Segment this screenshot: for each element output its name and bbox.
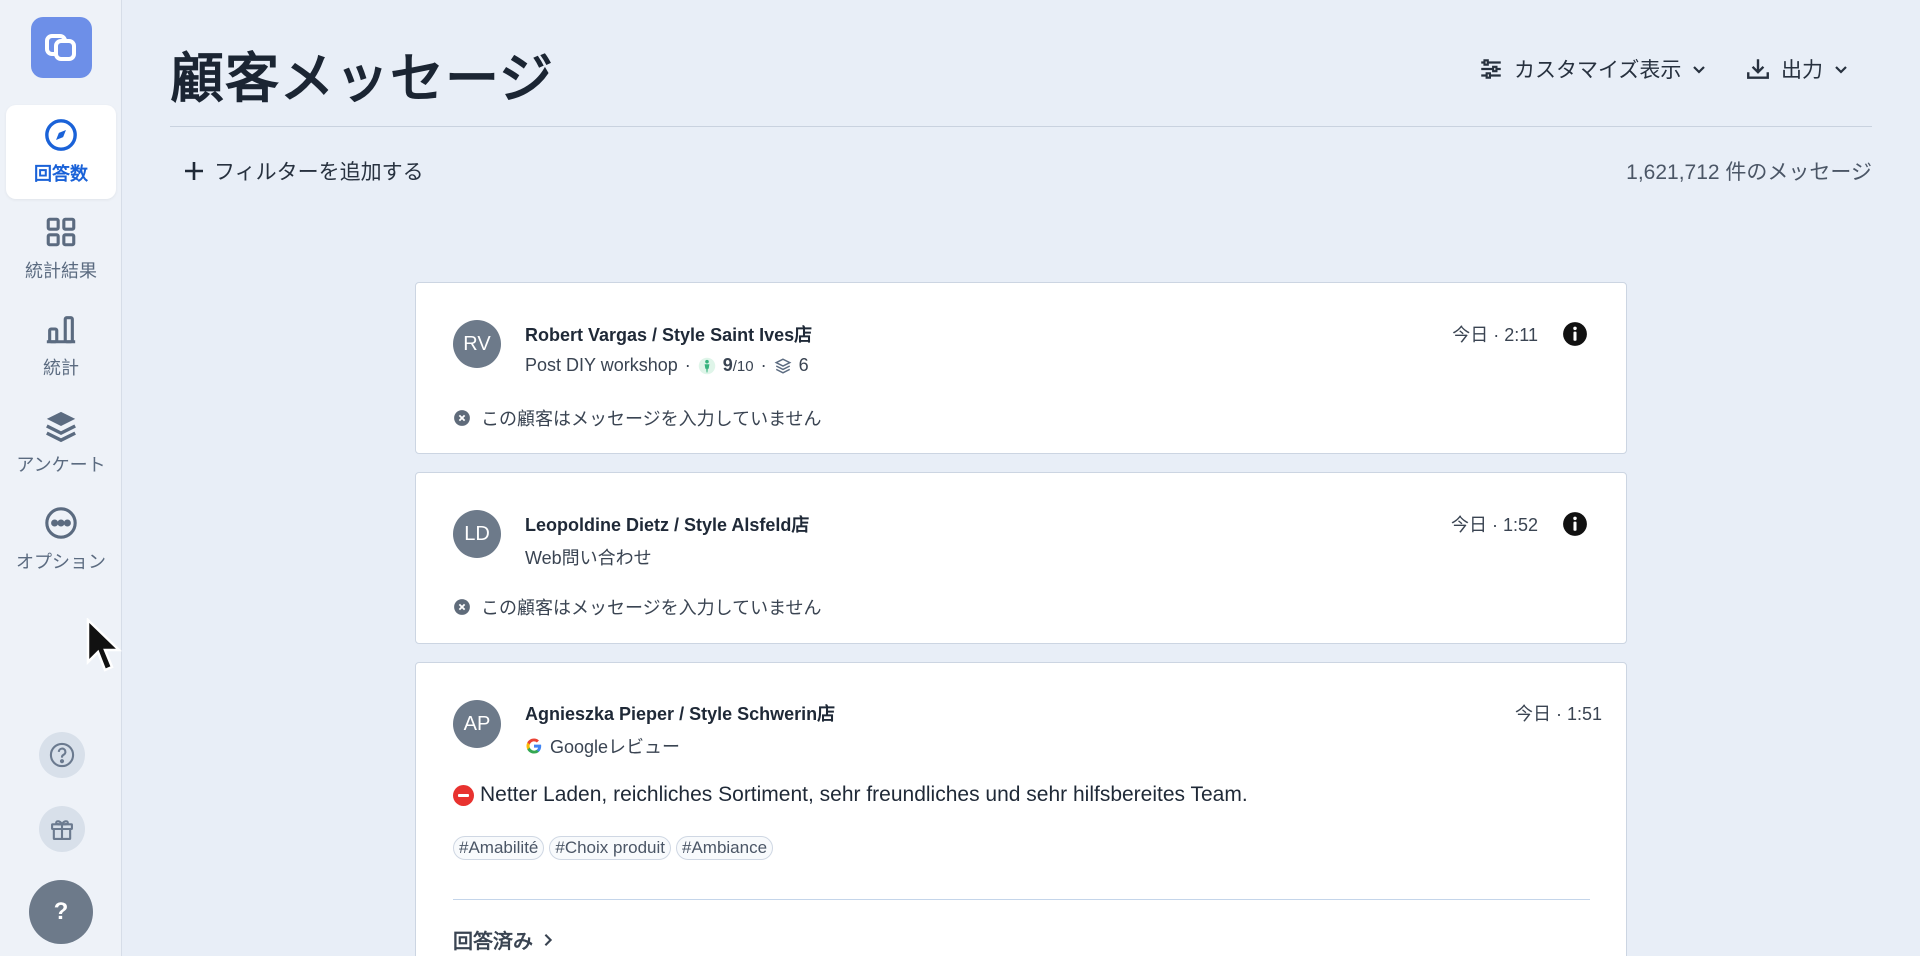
chevron-down-icon xyxy=(1693,66,1706,74)
header-divider xyxy=(170,126,1872,127)
support-chat-button[interactable]: ? xyxy=(29,880,93,944)
message-time: 今日 · 1:51 xyxy=(1514,704,1602,724)
sidebar-item-stats[interactable]: 統計 xyxy=(6,299,116,393)
sidebar-item-responses[interactable]: 回答数 xyxy=(6,105,116,199)
sidebar-item-options[interactable]: オプション xyxy=(6,493,116,587)
x-circle-icon xyxy=(454,599,470,615)
page-title: 顧客メッセージ xyxy=(170,49,554,109)
message-card[interactable]: RV Robert Vargas / Style Saint Ives店 Pos… xyxy=(415,282,1627,454)
sidebar-item-surveys[interactable]: アンケート xyxy=(6,396,116,490)
message-source: Googleレビュー xyxy=(550,737,681,757)
customize-view-button[interactable]: カスタマイズ表示 xyxy=(1478,52,1707,86)
tag-list: #Amabilité #Choix produit #Ambiance xyxy=(453,836,774,860)
message-count: 1,621,712 件のメッセージ xyxy=(1626,161,1872,184)
export-button[interactable]: 出力 xyxy=(1745,52,1849,86)
message-author[interactable]: Leopoldine Dietz / Style Alsfeld店 xyxy=(525,511,809,537)
gift-button[interactable] xyxy=(39,806,85,852)
nps-score: 9/10 xyxy=(722,355,754,375)
review-text: Netter Laden, reichliches Sortiment, seh… xyxy=(480,783,1248,806)
sidebar-item-label: オプション xyxy=(16,552,106,572)
review-text-row: Netter Laden, reichliches Sortiment, seh… xyxy=(453,783,1248,807)
answered-link[interactable]: 回答済み xyxy=(453,925,555,954)
plus-icon xyxy=(185,162,203,180)
more-icon xyxy=(45,507,77,539)
negative-sentiment-icon xyxy=(453,784,474,806)
layers-count: 6 xyxy=(798,355,809,375)
info-icon[interactable] xyxy=(1562,321,1588,347)
message-author[interactable]: Robert Vargas / Style Saint Ives店 xyxy=(525,321,812,347)
meta-separator: · xyxy=(760,355,767,375)
google-icon xyxy=(526,738,542,754)
logo-shape xyxy=(54,39,76,61)
promoter-person-icon xyxy=(698,357,715,374)
message-card[interactable]: AP Agnieszka Pieper / Style Schwerin店 Go… xyxy=(415,662,1627,956)
sidebar-item-label: 回答数 xyxy=(34,164,88,184)
app-logo[interactable] xyxy=(31,17,92,78)
sidebar-item-stats-results[interactable]: 統計結果 xyxy=(6,202,116,296)
message-meta: Web問い合わせ xyxy=(525,544,652,570)
sidebar-item-label: 統計 xyxy=(43,358,79,378)
avatar: RV xyxy=(453,320,501,368)
x-circle-icon xyxy=(454,410,470,426)
message-time: 今日 · 2:11 xyxy=(1452,325,1538,345)
avatar: LD xyxy=(453,510,501,558)
tag[interactable]: #Amabilité xyxy=(453,836,545,860)
no-message-text: この顧客はメッセージを入力していません xyxy=(481,598,822,618)
grid-icon xyxy=(46,217,76,247)
add-filter-button[interactable]: フィルターを追加する xyxy=(182,156,424,186)
no-message-text: この顧客はメッセージを入力していません xyxy=(481,409,822,429)
export-label: 出力 xyxy=(1781,59,1823,82)
bar-chart-icon xyxy=(46,316,76,344)
tag[interactable]: #Ambiance xyxy=(676,836,774,860)
message-author[interactable]: Agnieszka Pieper / Style Schwerin店 xyxy=(525,700,835,726)
sidebar-item-label: 統計結果 xyxy=(25,261,97,281)
avatar: AP xyxy=(453,700,501,748)
card-divider xyxy=(453,899,1590,900)
compass-icon xyxy=(45,119,77,151)
message-meta: Post DIY workshop · 9/10 · 6 xyxy=(525,355,809,376)
sidebar-item-label: アンケート xyxy=(16,455,106,475)
chevron-right-icon xyxy=(544,933,553,946)
gift-icon xyxy=(51,820,73,840)
layers-icon xyxy=(774,357,792,374)
help-center-button[interactable] xyxy=(39,732,85,778)
info-icon[interactable] xyxy=(1562,511,1588,537)
sliders-icon xyxy=(1481,59,1501,79)
meta-separator: · xyxy=(684,355,691,375)
mouse-cursor-icon xyxy=(86,618,122,672)
no-message-notice: この顧客はメッセージを入力していません xyxy=(453,405,822,431)
message-source: Post DIY workshop xyxy=(525,355,678,375)
sidebar: 回答数 統計結果 統計 アンケート オプション ? xyxy=(0,0,122,956)
message-meta: Googleレビュー xyxy=(525,733,680,759)
customize-view-label: カスタマイズ表示 xyxy=(1514,59,1682,82)
chevron-down-icon xyxy=(1835,66,1847,74)
add-filter-label: フィルターを追加する xyxy=(214,161,424,184)
download-icon xyxy=(1747,59,1769,79)
message-card[interactable]: LD Leopoldine Dietz / Style Alsfeld店 Web… xyxy=(415,472,1627,644)
message-source: Web問い合わせ xyxy=(525,548,652,568)
tag[interactable]: #Choix produit xyxy=(549,836,671,860)
no-message-notice: この顧客はメッセージを入力していません xyxy=(453,594,822,620)
answered-label: 回答済み xyxy=(453,931,533,953)
message-time: 今日 · 1:52 xyxy=(1450,515,1538,535)
layers-icon xyxy=(46,411,76,443)
question-icon xyxy=(49,742,75,768)
